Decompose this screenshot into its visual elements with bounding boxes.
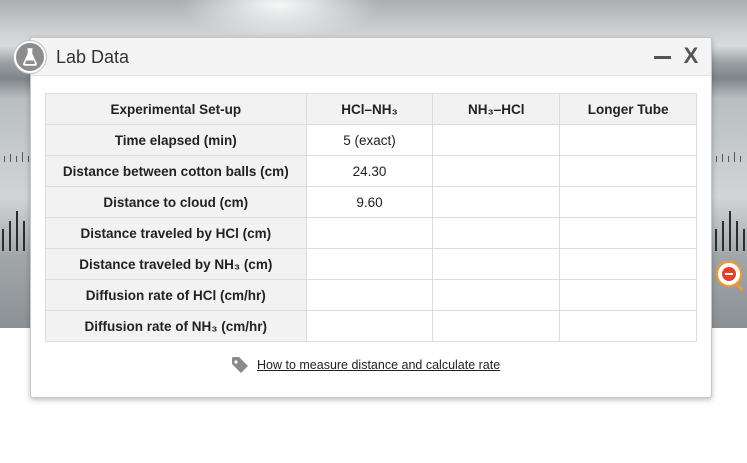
table-cell: 9.60	[305, 186, 434, 218]
ruler-ticks-left	[0, 205, 34, 251]
tag-icon	[232, 357, 248, 373]
table-cell: 5 (exact)	[305, 124, 434, 156]
row-label: Distance to cloud (cm)	[45, 186, 307, 218]
table-cell	[432, 248, 561, 280]
table-cell	[305, 279, 434, 311]
row-label: Distance between cotton balls (cm)	[45, 155, 307, 187]
row-label: Distance traveled by NH₃ (cm)	[45, 248, 307, 280]
row-label: Diffusion rate of HCl (cm/hr)	[45, 279, 307, 311]
table-cell	[432, 155, 561, 187]
table-row: Distance traveled by HCl (cm)	[45, 217, 697, 249]
close-button[interactable]: X	[679, 43, 703, 69]
table-cell	[559, 124, 697, 156]
table-cell	[559, 186, 697, 218]
table-cell	[432, 310, 561, 342]
minimize-button[interactable]	[652, 47, 672, 67]
column-header: Longer Tube	[559, 93, 697, 125]
table-row: Distance between cotton balls (cm) 24.30	[45, 155, 697, 187]
ruler-ticks-right	[712, 205, 747, 251]
flask-icon	[14, 41, 46, 73]
table-cell	[305, 248, 434, 280]
table-cell	[305, 217, 434, 249]
table-cell	[432, 124, 561, 156]
column-header: HCl–NH₃	[305, 93, 434, 125]
table-cell: 24.30	[305, 155, 434, 187]
table-row: Time elapsed (min) 5 (exact)	[45, 124, 697, 156]
table-cell	[432, 279, 561, 311]
column-header: NH₃–HCl	[432, 93, 561, 125]
table-cell	[559, 248, 697, 280]
lab-data-table: Experimental Set-up HCl–NH₃ NH₃–HCl Long…	[45, 93, 697, 342]
table-cell	[432, 186, 561, 218]
light-glow	[180, 0, 380, 40]
table-row: Distance to cloud (cm) 9.60	[45, 186, 697, 218]
table-cell	[559, 217, 697, 249]
table-cell	[559, 310, 697, 342]
table-cell	[432, 217, 561, 249]
ruler-ticks-left-top	[0, 152, 34, 162]
table-row: Distance traveled by NH₃ (cm)	[45, 248, 697, 280]
table-row: Diffusion rate of HCl (cm/hr)	[45, 279, 697, 311]
zoom-out-icon[interactable]	[716, 261, 744, 292]
minimize-icon	[653, 55, 671, 59]
table-cell	[559, 155, 697, 187]
table-header-row: Experimental Set-up HCl–NH₃ NH₃–HCl Long…	[45, 93, 697, 125]
table-cell	[559, 279, 697, 311]
column-header: Experimental Set-up	[45, 93, 307, 125]
row-label: Time elapsed (min)	[45, 124, 307, 156]
help-link-text[interactable]: How to measure distance and calculate ra…	[257, 358, 500, 372]
ruler-ticks-right-top	[712, 152, 747, 162]
table-row: Diffusion rate of NH₃ (cm/hr)	[45, 310, 697, 342]
help-link[interactable]: How to measure distance and calculate ra…	[231, 355, 500, 375]
dialog-title: Lab Data	[56, 47, 130, 67]
lab-data-dialog: Lab Data X Experimental Set-up HCl–NH₃ N…	[14, 37, 712, 398]
dialog-header[interactable]: Lab Data X	[14, 38, 711, 76]
table-cell	[305, 310, 434, 342]
row-label: Diffusion rate of NH₃ (cm/hr)	[45, 310, 307, 342]
row-label: Distance traveled by HCl (cm)	[45, 217, 307, 249]
